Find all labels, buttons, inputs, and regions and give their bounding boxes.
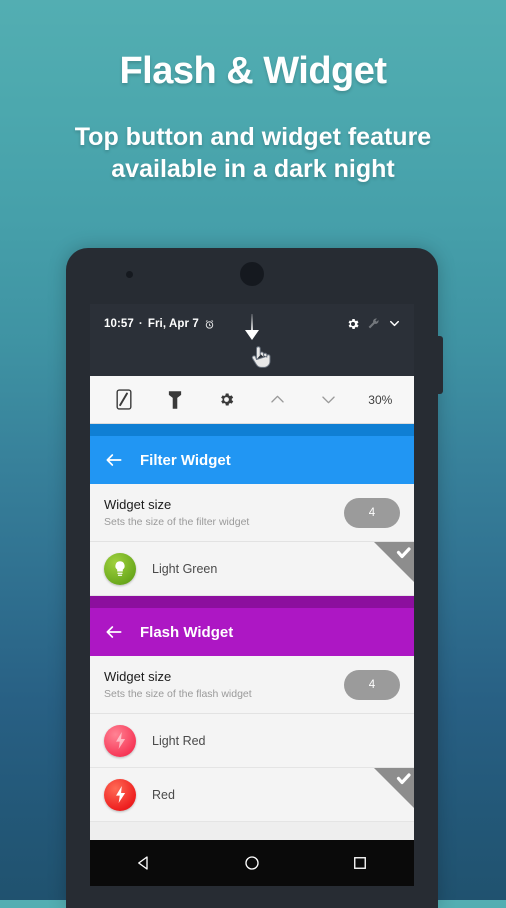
filter-widget-statusbar-strip [90, 424, 414, 436]
gear-icon[interactable] [346, 317, 360, 331]
recents-square-icon[interactable] [351, 854, 369, 872]
color-option-label: Light Green [152, 561, 218, 576]
quick-settings-brightness-up-button[interactable] [252, 376, 303, 423]
color-swatch [104, 778, 136, 811]
promo-subtitle-line-2: available in a dark night [111, 155, 395, 183]
status-time: 10:57 [104, 318, 134, 330]
brightness-percentage: 30% [368, 392, 393, 407]
gesture-arrow-icon [245, 330, 259, 340]
quick-settings-brightness-down-button[interactable] [303, 376, 354, 423]
back-arrow-icon[interactable] [104, 450, 124, 470]
phone-screen: 10:57 · Fri, Apr 7 30% Filter Widget Wid… [90, 304, 414, 886]
hand-cursor-icon [246, 342, 274, 370]
android-navigation-bar [90, 840, 414, 886]
selected-check-icon [374, 768, 414, 808]
quick-settings-toolbar: 30% [90, 376, 414, 424]
quick-settings-flashlight-button[interactable] [149, 376, 200, 423]
promo-subtitle-line-1: Top button and widget feature [74, 123, 432, 151]
power-button[interactable] [437, 336, 443, 394]
status-bar-right [346, 316, 402, 331]
proximity-sensor-icon [126, 271, 133, 278]
alarm-clock-icon [204, 319, 215, 330]
wrench-icon[interactable] [367, 317, 380, 330]
flash-color-option-red[interactable]: Red [90, 768, 414, 822]
filter-widget-appbar: Filter Widget [90, 436, 414, 484]
color-option-label: Light Red [152, 733, 206, 748]
widget-size-value-pill[interactable]: 4 [344, 497, 400, 528]
quick-settings-brightness-value: 30% [355, 376, 406, 423]
promo-header: Flash & Widget Top button and widget fea… [0, 0, 506, 185]
widget-size-value-pill[interactable]: 4 [344, 669, 400, 700]
chevron-down-icon [319, 390, 338, 409]
bolt-icon [114, 731, 127, 750]
flash-color-option-light-red[interactable]: Light Red [90, 714, 414, 768]
back-arrow-icon[interactable] [104, 622, 124, 642]
color-option-label: Red [152, 787, 175, 802]
quick-settings-screen-filter-button[interactable] [98, 376, 149, 423]
pull-down-gesture [242, 312, 282, 374]
quick-settings-settings-button[interactable] [201, 376, 252, 423]
selected-check-icon [374, 542, 414, 582]
filter-widget-size-row[interactable]: Widget size Sets the size of the filter … [90, 484, 414, 542]
filter-widget-title: Filter Widget [140, 451, 231, 469]
phone-mockup: 10:57 · Fri, Apr 7 30% Filter Widget Wid… [66, 248, 443, 908]
status-bar-left: 10:57 · Fri, Apr 7 [104, 318, 215, 330]
status-separator: · [138, 318, 143, 330]
back-triangle-icon[interactable] [135, 854, 153, 872]
status-date: Fri, Apr 7 [147, 318, 199, 330]
status-bar: 10:57 · Fri, Apr 7 [90, 304, 414, 376]
gear-icon [218, 391, 235, 408]
flash-widget-appbar: Flash Widget [90, 608, 414, 656]
promo-subtitle: Top button and widget feature available … [0, 121, 506, 185]
color-swatch [104, 724, 136, 757]
home-circle-icon[interactable] [243, 854, 261, 872]
screen-filter-icon [116, 389, 132, 410]
chevron-up-icon [268, 390, 287, 409]
page-title: Flash & Widget [119, 50, 387, 92]
flash-widget-statusbar-strip [90, 596, 414, 608]
filter-color-option-light-green[interactable]: Light Green [90, 542, 414, 596]
color-swatch [104, 552, 136, 585]
bulb-icon [113, 560, 127, 578]
flash-widget-size-row[interactable]: Widget size Sets the size of the flash w… [90, 656, 414, 714]
bolt-icon [114, 785, 127, 804]
flash-widget-title: Flash Widget [140, 623, 234, 641]
front-camera-icon [240, 262, 264, 286]
flashlight-icon [168, 390, 182, 410]
chevron-down-icon[interactable] [387, 316, 402, 331]
